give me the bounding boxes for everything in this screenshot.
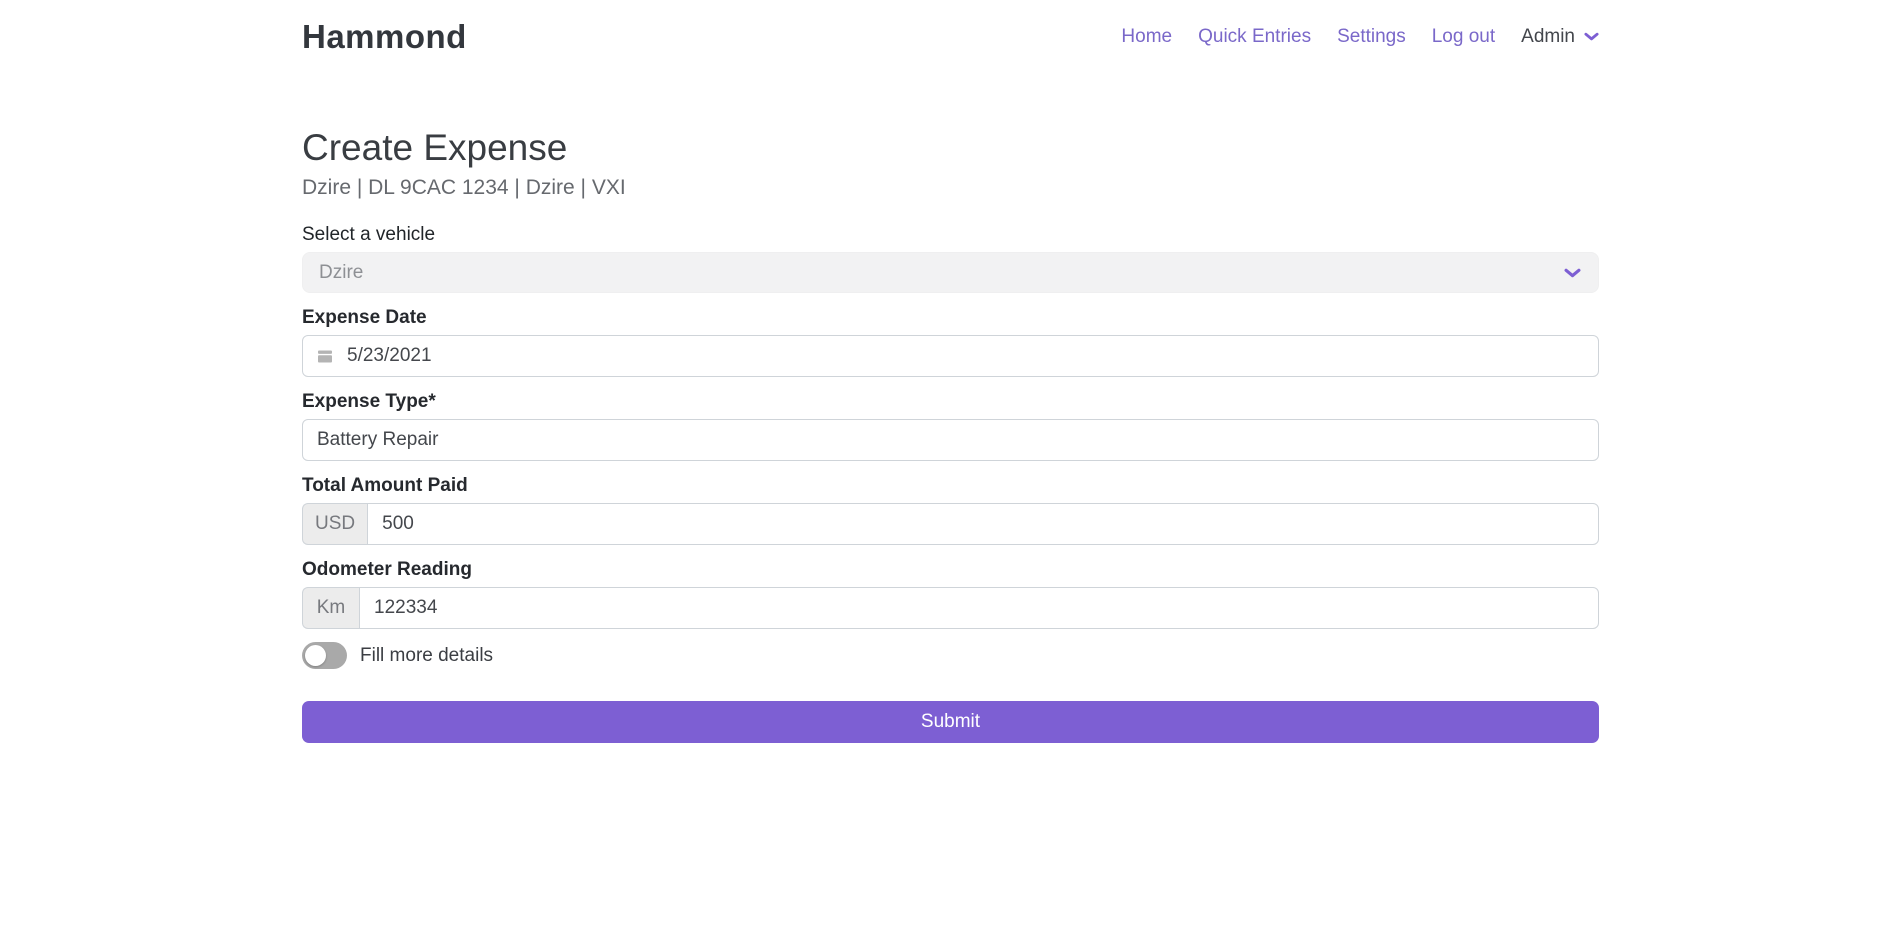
- expense-date-input[interactable]: [302, 335, 1599, 377]
- vehicle-field: Select a vehicle Dzire: [302, 223, 1599, 293]
- fill-more-details-label: Fill more details: [360, 645, 493, 667]
- expense-type-label: Expense Type*: [302, 390, 1599, 413]
- vehicle-label: Select a vehicle: [302, 223, 1599, 246]
- expense-date-label: Expense Date: [302, 306, 1599, 329]
- chevron-down-icon: [1584, 32, 1599, 42]
- nav-item-logout[interactable]: Log out: [1432, 26, 1495, 48]
- fill-more-details-toggle[interactable]: [302, 642, 347, 669]
- user-menu-admin[interactable]: Admin: [1521, 26, 1599, 48]
- currency-prefix: USD: [302, 503, 367, 545]
- user-menu-label: Admin: [1521, 26, 1575, 48]
- vehicle-select[interactable]: Dzire: [302, 252, 1599, 293]
- nav-item-settings[interactable]: Settings: [1337, 26, 1406, 48]
- page-title: Create Expense: [302, 126, 1599, 169]
- top-navbar: Hammond Home Quick Entries Settings Log …: [302, 0, 1599, 54]
- odometer-input[interactable]: [359, 587, 1599, 629]
- odometer-label: Odometer Reading: [302, 558, 1599, 581]
- expense-type-field: Expense Type*: [302, 390, 1599, 461]
- vehicle-select-value: Dzire: [319, 262, 363, 284]
- create-expense-form: Select a vehicle Dzire Expense Date: [302, 223, 1599, 743]
- total-amount-field: Total Amount Paid USD: [302, 474, 1599, 545]
- chevron-down-icon: [1564, 266, 1581, 284]
- fill-more-details-row: Fill more details: [302, 642, 1599, 669]
- toggle-knob: [305, 645, 326, 666]
- page-container: Hammond Home Quick Entries Settings Log …: [302, 0, 1599, 743]
- total-amount-label: Total Amount Paid: [302, 474, 1599, 497]
- expense-type-input[interactable]: [302, 419, 1599, 461]
- submit-button[interactable]: Submit: [302, 701, 1599, 743]
- vehicle-summary-subtitle: Dzire | DL 9CAC 1234 | Dzire | VXI: [302, 175, 1599, 201]
- main-nav: Home Quick Entries Settings Log out Admi…: [1121, 26, 1599, 48]
- distance-unit-prefix: Km: [302, 587, 359, 629]
- odometer-field: Odometer Reading Km: [302, 558, 1599, 629]
- total-amount-input[interactable]: [367, 503, 1599, 545]
- brand-logo[interactable]: Hammond: [302, 20, 467, 54]
- nav-item-quick-entries[interactable]: Quick Entries: [1198, 26, 1311, 48]
- nav-item-home[interactable]: Home: [1121, 26, 1172, 48]
- expense-date-field: Expense Date: [302, 306, 1599, 377]
